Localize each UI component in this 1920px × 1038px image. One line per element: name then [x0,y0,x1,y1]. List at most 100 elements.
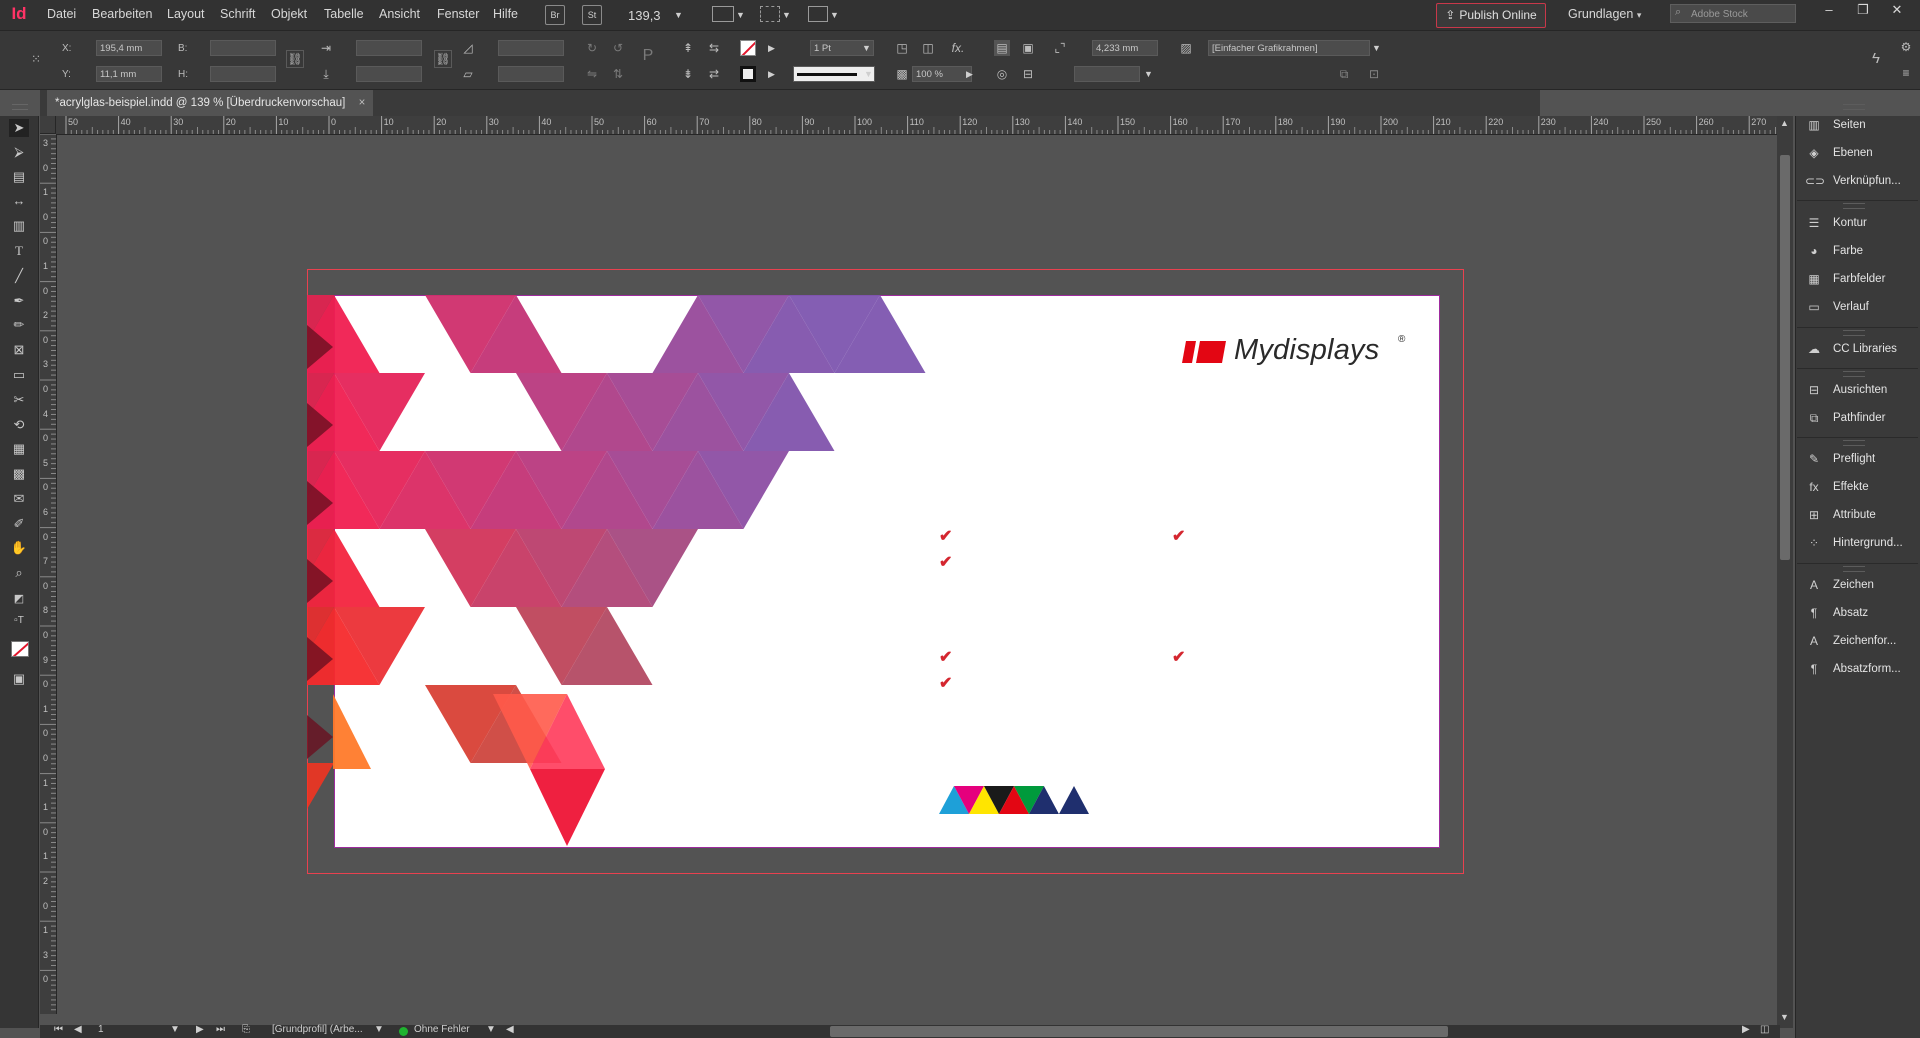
menu-layout[interactable]: Layout [167,7,205,21]
constrain-proportions-icon[interactable]: ⛓ [286,50,304,68]
gradient-swatch-tool-icon[interactable]: ▦ [9,440,29,458]
object-style-selector[interactable]: [Einfacher Grafikrahmen] [1208,40,1370,56]
select-content-icon[interactable]: ⇟ [680,66,696,82]
panel-character[interactable]: A Zeichen [1805,574,1874,596]
screen-mode-dropdown-icon[interactable]: ▼ [782,10,791,20]
direct-selection-tool-icon[interactable]: ⮚ [9,143,29,161]
object-style-dropdown-icon[interactable]: ▼ [1372,43,1381,53]
hand-tool-icon[interactable]: ✋ [9,539,29,557]
corner-shape-dropdown-icon[interactable]: ▼ [1144,69,1153,79]
next-page-icon[interactable]: ▶ [196,1024,204,1035]
last-page-icon[interactable]: ⏭ [216,1024,225,1035]
view-options-dropdown-icon[interactable]: ▼ [736,10,745,20]
panel-align[interactable]: ⊟ Ausrichten [1805,379,1887,401]
page-dropdown-icon[interactable]: ▼ [170,1024,180,1035]
horizontal-scrollbar-thumb[interactable] [830,1026,1448,1037]
tools-panel-grip[interactable] [12,104,28,110]
stock-button[interactable]: St [582,5,602,25]
text-wrap-shape-icon[interactable]: ◎ [994,66,1010,82]
first-page-icon[interactable]: ⏮ [54,1024,63,1035]
control-panel-menu-icon[interactable]: ≡ [1898,65,1914,81]
rectangle-tool-icon[interactable]: ▭ [9,366,29,384]
view-options-icon[interactable] [712,6,734,22]
scale-x-field[interactable] [356,40,422,56]
screen-mode-icon[interactable] [760,6,780,22]
panel-color[interactable]: ◕ Farbe [1805,240,1863,262]
page-tool-icon[interactable]: ▤ [9,168,29,186]
stroke-weight-dropdown-icon[interactable]: ▼ [862,43,871,53]
shear-field[interactable] [498,66,564,82]
rotate-cw-icon[interactable]: ↻ [584,40,600,56]
panel-character-styles[interactable]: A Zeichenfor... [1805,630,1896,652]
free-transform-tool-icon[interactable]: ⟲ [9,416,29,434]
scroll-right-icon[interactable]: ▶ [1742,1024,1750,1035]
panel-cc-libraries[interactable]: ☁ CC Libraries [1805,338,1897,360]
panel-pages[interactable]: ▥ Seiten [1805,114,1865,136]
scroll-down-icon[interactable]: ▼ [1780,1012,1789,1022]
menu-view[interactable]: Ansicht [379,7,420,21]
panel-effects[interactable]: fx Effekte [1805,476,1868,498]
menu-edit[interactable]: Bearbeiten [92,7,152,21]
menu-file[interactable]: Datei [47,7,76,21]
panel-group-grip[interactable] [1843,371,1865,377]
select-previous-icon[interactable]: ⇆ [706,40,722,56]
menu-type[interactable]: Schrift [220,7,255,21]
open-page-icon[interactable]: ⎘ [242,1024,250,1035]
scissors-tool-icon[interactable]: ✂ [9,391,29,409]
triangle-pattern-artwork[interactable] [307,269,1464,874]
split-window-icon[interactable]: ◫ [1760,1024,1769,1035]
text-wrap-none-icon[interactable]: ▤ [994,40,1010,56]
profile-dropdown-icon[interactable]: ▼ [374,1024,384,1035]
opacity-field[interactable]: 100 % [912,66,972,82]
stroke-dropdown-icon[interactable]: ▶ [768,69,775,80]
constrain-scale-icon[interactable]: ⛓ [434,50,452,68]
menu-window[interactable]: Fenster [437,7,479,21]
panel-group-grip[interactable] [1843,203,1865,209]
width-field[interactable] [210,40,276,56]
text-wrap-jump-icon[interactable]: ⊟ [1020,66,1036,82]
screen-mode-tool-icon[interactable]: ▣ [9,670,29,688]
stock-search-input[interactable]: Adobe Stock [1670,4,1796,23]
panel-group-grip[interactable] [1843,330,1865,336]
scale-y-field[interactable] [356,66,422,82]
select-container-icon[interactable]: ⇞ [680,40,696,56]
rectangle-frame-tool-icon[interactable]: ⊠ [9,341,29,359]
panel-gradient[interactable]: ▭ Verlauf [1805,296,1868,318]
menu-table[interactable]: Tabelle [324,7,364,21]
zoom-dropdown-icon[interactable]: ▼ [674,10,683,20]
fill-stroke-icon[interactable]: ◩ [9,590,29,608]
panel-links[interactable]: ⊂⊃ Verknüpfun... [1805,170,1901,192]
panel-attributes[interactable]: ⊞ Attribute [1805,504,1876,526]
content-collector-icon[interactable]: ▥ [9,217,29,235]
scroll-up-icon[interactable]: ▲ [1780,118,1789,128]
stroke-swatch-icon[interactable] [740,66,756,82]
publish-online-button[interactable]: ⇪ Publish Online [1436,3,1546,28]
flip-vertical-icon[interactable]: ⇅ [610,66,626,82]
ruler-origin[interactable] [40,116,56,134]
close-window-button[interactable]: ✕ [1880,0,1914,20]
corner-shape-selector[interactable] [1074,66,1140,82]
zoom-level[interactable]: 139,3 [628,8,661,23]
quick-apply-icon[interactable]: ϟ [1868,51,1884,67]
gradient-feather-tool-icon[interactable]: ▩ [9,465,29,483]
type-tool-icon[interactable]: T [9,242,29,260]
opacity-dropdown-icon[interactable]: ▶ [966,69,973,80]
pencil-tool-icon[interactable]: ✏ [9,316,29,334]
rotation-field[interactable] [498,40,564,56]
panel-dock-grip[interactable] [1843,104,1865,110]
gap-tool-icon[interactable]: ↔ [9,192,29,210]
x-position-field[interactable]: 195,4 mm [96,40,162,56]
effects-icon[interactable]: ◫ [920,40,936,56]
stroke-type-dropdown-icon[interactable]: ▼ [864,69,873,79]
preflight-profile[interactable]: [Grundprofil] (Arbe... [272,1024,363,1035]
minimize-button[interactable]: – [1812,0,1846,20]
frame-fitting-icon[interactable]: ⊡ [1366,66,1382,82]
fill-dropdown-icon[interactable]: ▶ [768,43,775,54]
restore-button[interactable]: ❐ [1846,0,1880,20]
document-tab[interactable]: *acrylglas-beispiel.indd @ 139 % [Überdr… [47,90,374,116]
arrange-dropdown-icon[interactable]: ▼ [830,10,839,20]
corner-options-icon[interactable]: ⌞⌝ [1052,40,1068,56]
rotate-ccw-icon[interactable]: ↺ [610,40,626,56]
clear-overrides-icon[interactable]: ⧉ [1336,66,1352,82]
eyedropper-tool-icon[interactable]: ✐ [9,515,29,533]
